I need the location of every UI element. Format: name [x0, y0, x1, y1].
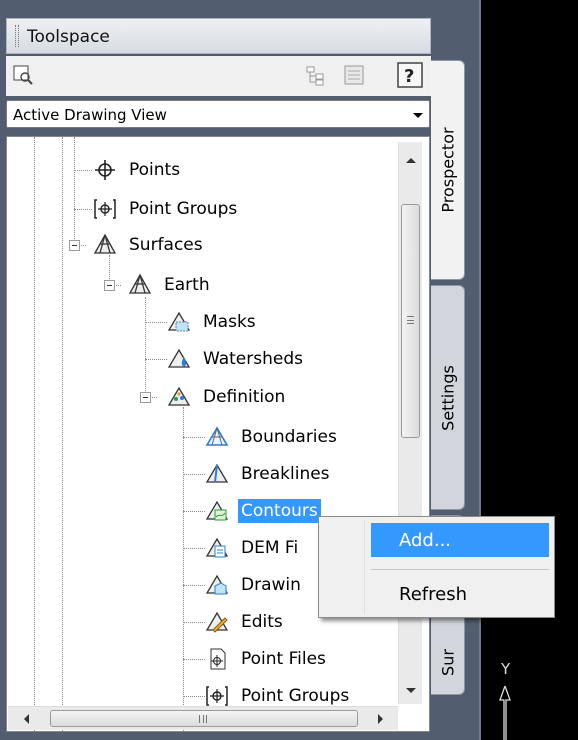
collapse-surfaces-icon[interactable] [69, 240, 80, 251]
tree-item-point-files[interactable]: Point Files [205, 642, 329, 676]
point-group-icon [94, 199, 116, 219]
tree-item-definition[interactable]: Definition [167, 380, 288, 414]
drawing-objects-icon [205, 574, 229, 595]
tree-item-points[interactable]: Points [93, 153, 183, 187]
tree-item-boundaries[interactable]: Boundaries [205, 420, 340, 454]
scroll-right-icon[interactable] [378, 714, 383, 724]
prospector-tree[interactable]: Points Point Groups Surfaces Earth Masks… [6, 136, 430, 732]
tree-item-edits[interactable]: Edits [205, 605, 286, 639]
point-icon [95, 160, 115, 180]
contours-icon [205, 500, 229, 521]
boundaries-icon [205, 426, 229, 446]
masks-icon [167, 311, 191, 332]
menu-item-refresh[interactable]: Refresh [371, 577, 467, 611]
palette-toolbar: ? [6, 56, 431, 96]
list-view-icon[interactable] [343, 64, 365, 86]
tree-item-surfaces[interactable]: Surfaces [93, 228, 206, 262]
tree-item-contours[interactable]: Contours [205, 494, 321, 528]
toolspace-palette: Toolspace ? Active Drawing View Points P… [0, 0, 479, 740]
point-files-icon [210, 648, 226, 670]
edits-icon [205, 611, 229, 633]
breaklines-icon [205, 463, 229, 483]
menu-item-add[interactable]: Add... [371, 523, 549, 557]
palette-title-bar[interactable]: Toolspace [6, 18, 431, 54]
tab-prospector[interactable]: Prospector [431, 60, 465, 280]
tree-item-drawing-objects[interactable]: Drawin [205, 568, 304, 602]
definition-icon [167, 386, 191, 406]
tree-item-point-groups[interactable]: Point Groups [93, 192, 240, 226]
context-menu: Add... Refresh [318, 516, 555, 618]
view-selector-value: Active Drawing View [13, 106, 167, 124]
ucs-y-label: Y [500, 660, 511, 678]
point-group-icon [206, 686, 228, 706]
help-icon[interactable]: ? [397, 62, 423, 88]
grip-icon[interactable] [15, 25, 19, 47]
tree-horizontal-scrollbar[interactable] [8, 706, 398, 730]
svg-text:?: ? [404, 66, 414, 87]
tree-item-earth[interactable]: Earth [128, 268, 213, 302]
horizontal-scroll-thumb[interactable] [50, 710, 358, 727]
surfaces-icon [93, 233, 117, 254]
tree-item-breaklines[interactable]: Breaklines [205, 457, 333, 491]
tree-item-masks[interactable]: Masks [167, 305, 259, 339]
drawing-canvas[interactable] [479, 0, 578, 740]
view-selector-dropdown[interactable]: Active Drawing View [6, 100, 430, 128]
watersheds-icon [167, 348, 191, 368]
tree-item-dem-files[interactable]: DEM Fi [205, 531, 301, 565]
surface-icon [128, 273, 152, 294]
tab-settings[interactable]: Settings [431, 285, 465, 510]
item-view-icon[interactable] [12, 64, 34, 86]
tree-toggle-icon[interactable] [304, 64, 326, 86]
scroll-left-icon[interactable] [24, 714, 29, 724]
collapse-definition-icon[interactable] [140, 392, 151, 403]
scroll-down-icon[interactable] [406, 688, 416, 693]
scroll-up-icon[interactable] [406, 158, 416, 163]
menu-separator [371, 569, 549, 570]
tree-item-watersheds[interactable]: Watersheds [167, 342, 306, 376]
palette-title: Toolspace [27, 27, 110, 47]
vertical-scroll-thumb[interactable] [401, 204, 420, 438]
tree-vertical-scrollbar[interactable] [398, 142, 422, 704]
collapse-earth-icon[interactable] [104, 280, 115, 291]
ucs-icon: Y [499, 660, 529, 740]
chevron-down-icon[interactable] [411, 107, 425, 121]
dem-files-icon [205, 537, 229, 558]
